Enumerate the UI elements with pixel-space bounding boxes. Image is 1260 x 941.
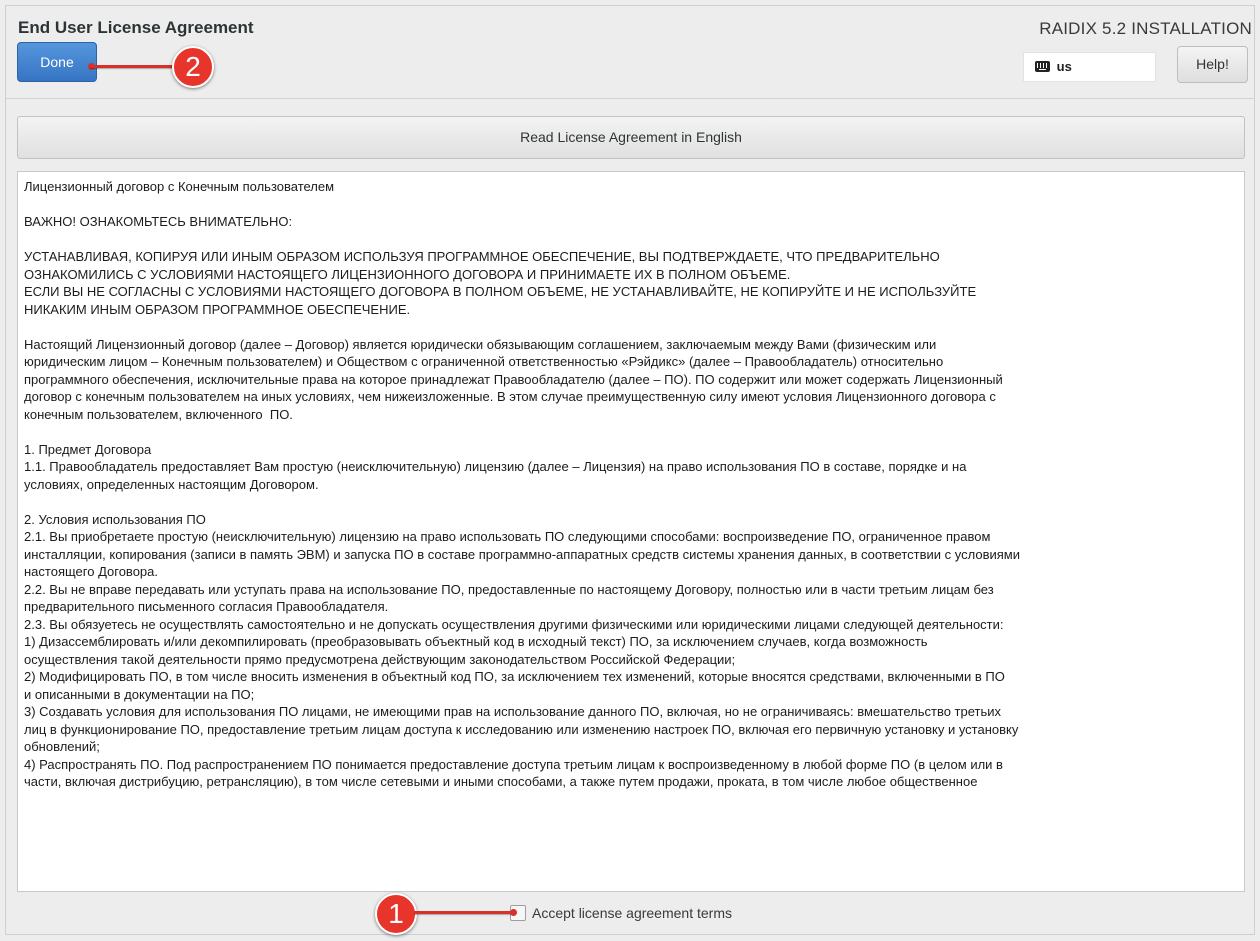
accept-terms-row[interactable]: Accept license agreement terms (510, 903, 732, 923)
license-paragraph (24, 423, 1235, 441)
license-paragraph: Лицензионный договор с Конечным пользова… (24, 179, 335, 194)
callout-1-pointer-dot (510, 909, 517, 916)
license-paragraph: 1. Предмет Договора 1.1. Правообладатель… (24, 441, 967, 492)
read-english-button[interactable]: Read License Agreement in English (17, 116, 1245, 159)
license-paragraph: Настоящий Лицензионный договор (далее – … (24, 336, 1003, 422)
callout-1-pointer-line (414, 911, 514, 914)
keyboard-layout-label: us (1056, 59, 1072, 74)
license-paragraph (24, 231, 1235, 249)
page-title: End User License Agreement (18, 18, 254, 37)
license-paragraph (24, 318, 1235, 336)
callout-2-pointer-line (90, 65, 176, 68)
header-separator (6, 98, 1254, 99)
license-paragraph (24, 493, 1235, 511)
license-paragraph (24, 196, 1235, 214)
help-button[interactable]: Help! (1177, 46, 1248, 83)
keyboard-icon (1035, 61, 1050, 72)
installer-window: End User License Agreement RAIDIX 5.2 IN… (5, 5, 1255, 935)
callout-1-badge: 1 (375, 893, 417, 935)
keyboard-layout-indicator[interactable]: us (1023, 52, 1156, 82)
callout-2-badge: 2 (172, 46, 214, 88)
license-text-area[interactable]: Лицензионный договор с Конечным пользова… (17, 171, 1245, 892)
accept-label[interactable]: Accept license agreement terms (532, 903, 732, 923)
license-paragraph: ВАЖНО! ОЗНАКОМЬТЕСЬ ВНИМАТЕЛЬНО: (24, 214, 293, 229)
product-title: RAIDIX 5.2 INSTALLATION (1039, 19, 1252, 38)
license-paragraph: УСТАНАВЛИВАЯ, КОПИРУЯ ИЛИ ИНЫМ ОБРАЗОМ И… (24, 249, 977, 317)
done-button[interactable]: Done (17, 42, 97, 82)
license-paragraph: 2. Условия использования ПО 2.1. Вы прио… (24, 511, 1020, 790)
